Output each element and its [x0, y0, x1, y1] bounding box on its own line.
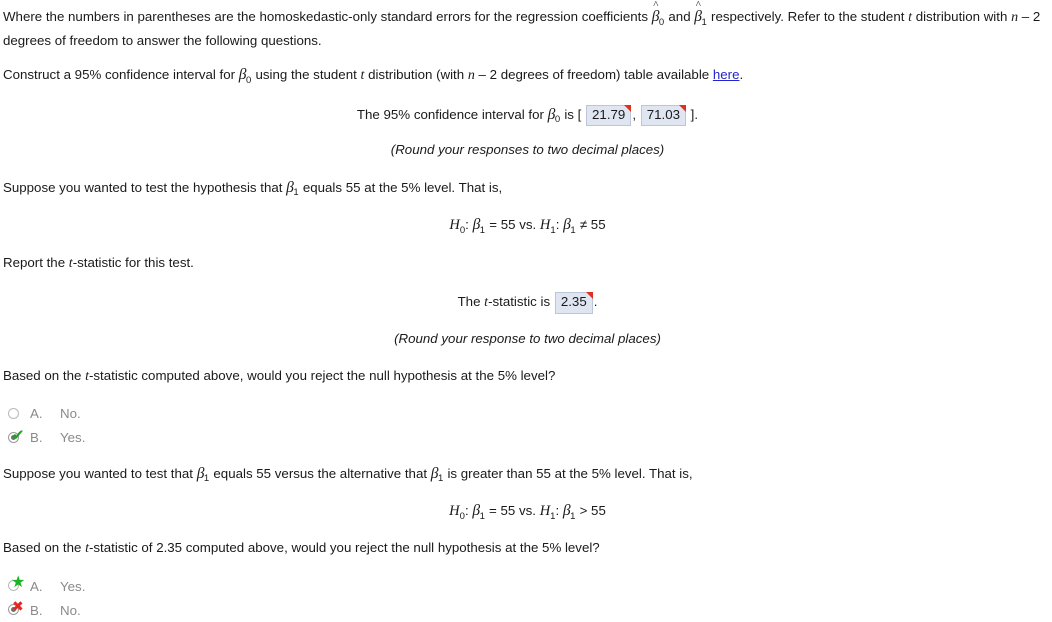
- t-table-link[interactable]: here: [713, 67, 740, 82]
- q3-option-a[interactable]: A. No.: [3, 402, 1052, 426]
- q3-option-b[interactable]: ✔ B. Yes.: [3, 426, 1052, 450]
- q4-hyp-alt-beta1-symbol: β1: [562, 502, 576, 522]
- h0-symbol: H0: [449, 503, 465, 522]
- q2-hyp-equality: = 55 vs.: [485, 217, 540, 233]
- q1-prompt-part1: Construct a 95% confidence interval for: [3, 67, 239, 83]
- t-statistic-input[interactable]: 2.35: [554, 292, 593, 314]
- n-symbol: n: [1011, 10, 1019, 25]
- q1-round-note: (Round your responses to two decimal pla…: [390, 142, 665, 158]
- q2-report-line: Report the t-statistic for this test.: [3, 252, 1052, 276]
- q4-option-b-letter: B.: [30, 602, 43, 618]
- beta0-hat-symbol: ^ β0: [651, 0, 665, 28]
- q4-beta1-symbol: β1: [196, 464, 210, 485]
- q2-hypothesis-line: H0: β1 = 55 vs. H1: β1 ≠ 55: [3, 214, 1052, 235]
- answer-flag-icon: [624, 104, 632, 112]
- q3-option-b-letter: B.: [30, 430, 43, 446]
- q2-prompt-part1: Suppose you wanted to test the hypothesi…: [3, 179, 287, 195]
- q2-report-part1: Report the: [3, 254, 69, 270]
- q1-prompt-period: .: [739, 67, 744, 83]
- exercise-page: Where the numbers in parentheses are the…: [0, 0, 1052, 622]
- q4-hyp-beta1-symbol: β1: [472, 502, 485, 522]
- intro-paragraph: Where the numbers in parentheses are the…: [3, 0, 1052, 30]
- q1-answer-beta0-symbol: β0: [547, 105, 561, 126]
- q1-prompt-part4: – 2 degrees of freedom) table available: [474, 67, 713, 83]
- q2-prompt: Suppose you wanted to test the hypothesi…: [3, 177, 1052, 199]
- q4-h1-colon: :: [555, 503, 563, 519]
- intro-paragraph-line2: degrees of freedom to answer the followi…: [3, 30, 1052, 52]
- q1-answer-text-part1: The 95% confidence interval for: [356, 106, 548, 122]
- intro-and: and: [664, 9, 695, 24]
- h1-symbol: H1: [539, 503, 556, 522]
- q3-option-a-letter: A.: [30, 406, 43, 422]
- ci-upper-bound-input[interactable]: 71.03: [640, 104, 686, 127]
- q1-prompt-part2: using the student: [251, 67, 361, 83]
- q2-h0-colon: :: [465, 217, 473, 233]
- q2-hyp-alternative: ≠ 55: [576, 217, 606, 233]
- radio-button-wrap[interactable]: ★: [6, 572, 28, 595]
- radio-button-wrap[interactable]: ✖: [6, 599, 28, 619]
- q1-answer-text-part2: is [: [560, 106, 586, 122]
- q1-answer-text-part3: ].: [686, 106, 699, 122]
- incorrect-cross-icon: ✖: [12, 599, 24, 616]
- q2-hyp-alt-beta1-symbol: β1: [563, 216, 576, 236]
- q2-hyp-beta1-symbol: β1: [472, 216, 486, 236]
- q4-option-a[interactable]: ★ A. Yes.: [3, 574, 1052, 598]
- q4-option-a-letter: A.: [30, 578, 43, 594]
- intro-text-part3: distribution with: [912, 9, 1012, 24]
- correct-answer-star-icon: ★: [11, 572, 26, 592]
- answer-flag-icon: [678, 104, 686, 112]
- q1-prompt: Construct a 95% confidence interval for …: [3, 64, 1052, 88]
- radio-button-wrap[interactable]: ✔: [6, 425, 28, 447]
- intro-text-part2: respectively. Refer to the student: [707, 9, 909, 24]
- q3-prompt-part1: Based on the: [3, 367, 86, 383]
- q4-option-a-text: Yes.: [60, 578, 86, 594]
- q3-prompt: Based on the t-statistic computed above,…: [3, 365, 1052, 389]
- q4-beta1-symbol-2: β1: [430, 464, 444, 485]
- q4-question: Based on the t-statistic of 2.35 compute…: [3, 537, 1052, 561]
- q2-beta1-symbol: β1: [286, 178, 299, 199]
- radio-unselected-icon[interactable]: [8, 407, 19, 419]
- q3-prompt-part2: -statistic computed above, would you rej…: [88, 367, 556, 383]
- q4-option-b-text: No.: [60, 602, 81, 618]
- intro-text-part1: Where the numbers in parentheses are the…: [3, 9, 652, 24]
- q4-prompt-part2: equals 55 versus the alternative that: [209, 465, 431, 481]
- q1-n-symbol: n: [467, 68, 475, 84]
- q4-prompt: Suppose you wanted to test that β1 equal…: [3, 463, 1052, 485]
- q1-answer-separator: ,: [632, 106, 640, 122]
- q2-h1-colon: :: [555, 217, 564, 233]
- ci-lower-bound-input[interactable]: 21.79: [586, 104, 632, 127]
- answer-flag-icon: [585, 292, 593, 300]
- intro-text-part4: – 2: [1018, 9, 1041, 24]
- q2-answer-part3: .: [593, 294, 598, 310]
- q2-report-part2: -statistic for this test.: [72, 254, 194, 270]
- q2-answer-part1: The: [457, 294, 485, 310]
- q4-hyp-equality: = 55 vs.: [485, 503, 540, 519]
- q2-round-note: (Round your response to two decimal plac…: [394, 330, 661, 346]
- q4-prompt-part3: is greater than 55 at the 5% level. That…: [443, 465, 693, 481]
- intro-line2-text: degrees of freedom to answer the followi…: [3, 32, 322, 48]
- correct-check-icon: ✔: [12, 425, 25, 444]
- q1-beta0-symbol: β0: [238, 66, 252, 86]
- q2-answer-line: The t-statistic is 2.35.: [3, 291, 1052, 314]
- q4-question-part1: Based on the: [3, 540, 86, 556]
- q3-option-b-text: Yes.: [60, 430, 86, 446]
- q4-prompt-part1: Suppose you wanted to test that: [3, 465, 197, 481]
- q1-answer-line: The 95% confidence interval for β0 is [ …: [3, 104, 1052, 127]
- q3-option-a-text: No.: [60, 406, 81, 422]
- q4-hypothesis-line: H0: β1 = 55 vs. H1: β1 > 55: [3, 500, 1052, 521]
- q4-option-b[interactable]: ✖ B. No.: [3, 598, 1052, 622]
- h1-symbol: H1: [539, 217, 556, 236]
- q4-hyp-alternative: > 55: [575, 503, 606, 519]
- q4-question-part2: -statistic of 2.35 computed above, would…: [88, 540, 600, 556]
- q2-answer-part2: -statistic is: [488, 294, 554, 310]
- q2-prompt-part2: equals 55 at the 5% level. That is,: [299, 179, 503, 195]
- beta1-hat-symbol: ^ β1: [694, 0, 707, 28]
- q1-prompt-part3: distribution (with: [364, 67, 468, 83]
- radio-button-wrap[interactable]: [6, 405, 28, 423]
- h0-symbol: H0: [449, 217, 466, 236]
